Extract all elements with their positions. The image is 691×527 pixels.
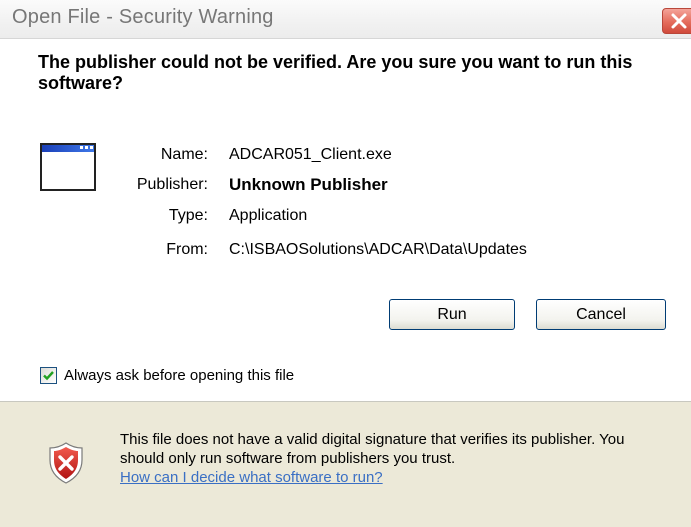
publisher-label: Publisher:: [136, 176, 208, 193]
always-ask-checkbox[interactable]: [40, 367, 57, 384]
from-value: C:\ISBAOSolutions\ADCAR\Data\Updates: [229, 241, 527, 258]
footer-message: This file does not have a valid digital …: [120, 430, 670, 487]
help-link[interactable]: How can I decide what software to run?: [120, 469, 383, 486]
security-warning-dialog: Open File - Security Warning The publish…: [0, 0, 691, 527]
security-shield-icon: [49, 442, 83, 484]
main-content: The publisher could not be verified. Are…: [0, 39, 691, 401]
name-value: ADCAR051_Client.exe: [229, 146, 392, 163]
cancel-button[interactable]: Cancel: [536, 299, 666, 330]
checkmark-icon: [43, 371, 54, 381]
footer-panel: This file does not have a valid digital …: [0, 402, 691, 527]
close-button[interactable]: [662, 8, 691, 34]
publisher-value: Unknown Publisher: [229, 175, 388, 194]
name-label: Name:: [160, 146, 208, 163]
type-value: Application: [229, 207, 308, 224]
window-title: Open File - Security Warning: [12, 6, 274, 28]
application-window-icon: [40, 143, 96, 191]
footer-text: This file does not have a valid digital …: [120, 431, 625, 467]
always-ask-label: Always ask before opening this file: [64, 367, 295, 384]
close-icon: [671, 13, 687, 29]
title-bar: Open File - Security Warning: [0, 0, 691, 39]
run-button[interactable]: Run: [389, 299, 515, 330]
warning-headline: The publisher could not be verified. Are…: [38, 52, 633, 93]
from-label: From:: [166, 241, 208, 258]
type-label: Type:: [168, 207, 208, 224]
